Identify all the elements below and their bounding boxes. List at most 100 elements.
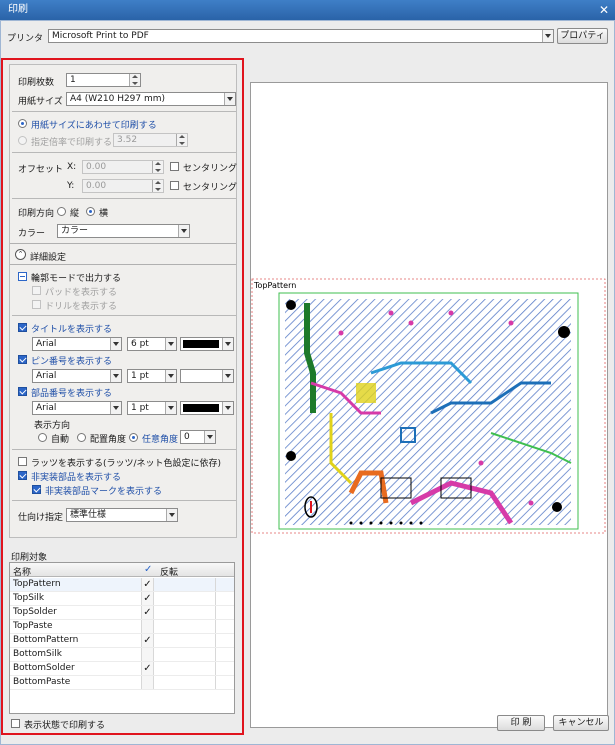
- show-non-mounted-mark-checkbox[interactable]: [32, 485, 41, 494]
- placement-angle-radio[interactable]: [77, 433, 86, 442]
- outline-mode-checkbox[interactable]: [18, 272, 27, 281]
- table-row[interactable]: TopPaste: [10, 620, 234, 634]
- spin-arrows-icon[interactable]: [152, 161, 163, 173]
- show-drills-checkbox[interactable]: [32, 300, 41, 309]
- centering-x-checkbox[interactable]: [170, 162, 179, 171]
- table-row[interactable]: BottomPaste: [10, 676, 234, 690]
- centering-y-checkbox[interactable]: [170, 181, 179, 190]
- print-button[interactable]: 印 刷: [497, 715, 545, 731]
- layer-print-checkbox[interactable]: ✓: [141, 578, 154, 591]
- copies-stepper[interactable]: 1: [66, 73, 141, 87]
- divider: [12, 198, 236, 199]
- spin-arrows-icon[interactable]: [152, 180, 163, 192]
- layer-reverse-cell[interactable]: [156, 592, 216, 605]
- column-check-header[interactable]: ✓: [144, 564, 152, 575]
- layer-name: BottomSilk: [13, 649, 62, 659]
- show-title-checkbox[interactable]: [18, 323, 27, 332]
- show-non-mounted-checkbox[interactable]: [18, 471, 27, 480]
- layer-print-checkbox[interactable]: ✓: [141, 606, 154, 619]
- spin-arrows-icon[interactable]: [129, 74, 140, 86]
- layer-print-checkbox[interactable]: [141, 648, 154, 661]
- color-select[interactable]: カラー: [57, 224, 190, 238]
- title-size-select[interactable]: 6 pt: [127, 337, 177, 351]
- chevron-down-icon[interactable]: [110, 338, 121, 350]
- layer-print-checkbox[interactable]: [141, 676, 154, 689]
- show-part-checkbox[interactable]: [18, 387, 27, 396]
- print-display-state-checkbox[interactable]: [11, 719, 20, 728]
- angle-select[interactable]: 0: [180, 430, 216, 444]
- mount-hole: [286, 451, 296, 461]
- layer-reverse-cell[interactable]: [156, 578, 216, 591]
- table-row[interactable]: BottomPattern ✓: [10, 634, 234, 648]
- layer-print-checkbox[interactable]: ✓: [141, 662, 154, 675]
- chevron-down-icon[interactable]: [222, 338, 233, 350]
- table-row[interactable]: TopSolder ✓: [10, 606, 234, 620]
- title-font-select[interactable]: Arial: [32, 337, 122, 351]
- chevron-down-icon[interactable]: [110, 370, 121, 382]
- layer-print-checkbox[interactable]: [141, 620, 154, 633]
- landscape-radio[interactable]: [86, 207, 95, 216]
- column-reverse-header[interactable]: 反転: [160, 565, 178, 578]
- auto-radio[interactable]: [38, 433, 47, 442]
- centering-y-label: センタリング: [183, 183, 238, 193]
- destination-select[interactable]: 標準仕様: [66, 508, 178, 522]
- window-title: 印刷: [8, 4, 28, 15]
- layer-reverse-cell[interactable]: [156, 606, 216, 619]
- pin-size-select[interactable]: 1 pt: [127, 369, 177, 383]
- chevron-down-icon[interactable]: [110, 402, 121, 414]
- offset-y-stepper[interactable]: 0.00: [82, 179, 164, 193]
- any-angle-radio[interactable]: [129, 433, 138, 442]
- layer-reverse-cell[interactable]: [156, 620, 216, 633]
- chevron-down-icon[interactable]: [178, 225, 189, 237]
- title-font-value: Arial: [36, 339, 57, 349]
- printer-select[interactable]: Microsoft Print to PDF: [48, 29, 554, 43]
- close-icon[interactable]: ✕: [599, 0, 609, 20]
- table-row[interactable]: TopPattern ✓: [10, 578, 234, 592]
- paper-size-select[interactable]: A4 (W210 H297 mm): [66, 92, 236, 106]
- chevron-down-icon[interactable]: [224, 93, 235, 105]
- properties-button[interactable]: プロパティ: [557, 28, 608, 44]
- title-color-select[interactable]: [180, 337, 234, 351]
- spin-arrows-icon[interactable]: [176, 134, 187, 146]
- layer-name: TopPattern: [13, 579, 61, 589]
- cancel-button[interactable]: キャンセル: [553, 715, 609, 731]
- column-name-header[interactable]: 名称: [13, 565, 31, 578]
- chevron-down-icon[interactable]: [204, 431, 215, 443]
- chevron-down-icon[interactable]: [165, 370, 176, 382]
- chevron-down-icon[interactable]: [166, 509, 177, 521]
- chevron-down-icon[interactable]: [165, 338, 176, 350]
- show-pin-checkbox[interactable]: [18, 355, 27, 364]
- portrait-radio[interactable]: [57, 207, 66, 216]
- chevron-down-icon[interactable]: [542, 30, 553, 42]
- table-row[interactable]: BottomSolder ✓: [10, 662, 234, 676]
- part-size-select[interactable]: 1 pt: [127, 401, 177, 415]
- chevron-down-icon[interactable]: [222, 402, 233, 414]
- scale-stepper[interactable]: 3.52: [113, 133, 188, 147]
- table-row[interactable]: BottomSilk: [10, 648, 234, 662]
- layer-reverse-cell[interactable]: [156, 634, 216, 647]
- layer-print-checkbox[interactable]: ✓: [141, 634, 154, 647]
- layer-reverse-cell[interactable]: [156, 662, 216, 675]
- chevron-down-icon[interactable]: [222, 370, 233, 382]
- show-pads-checkbox[interactable]: [32, 286, 41, 295]
- scale-radio[interactable]: [18, 136, 27, 145]
- part-font-select[interactable]: Arial: [32, 401, 122, 415]
- pin-size-value: 1 pt: [131, 371, 149, 381]
- pcb-preview-image: TopPattern: [251, 278, 606, 534]
- destination-label: 仕向け指定: [18, 513, 64, 523]
- chevron-down-icon[interactable]: [165, 402, 176, 414]
- table-row[interactable]: TopSilk ✓: [10, 592, 234, 606]
- display-direction-label: 表示方向: [34, 421, 71, 431]
- layer-name: TopPaste: [13, 621, 53, 631]
- layer-print-checkbox[interactable]: ✓: [141, 592, 154, 605]
- fit-to-paper-radio[interactable]: [18, 119, 27, 128]
- collapse-icon[interactable]: ⌃: [15, 249, 26, 260]
- pin-color-select[interactable]: [180, 369, 234, 383]
- part-color-select[interactable]: [180, 401, 234, 415]
- show-ratsnest-checkbox[interactable]: [18, 457, 27, 466]
- layer-reverse-cell[interactable]: [156, 676, 216, 689]
- layer-reverse-cell[interactable]: [156, 648, 216, 661]
- offset-x-stepper[interactable]: 0.00: [82, 160, 164, 174]
- table-header: 名称 ✓ 反転: [10, 563, 234, 578]
- pin-font-select[interactable]: Arial: [32, 369, 122, 383]
